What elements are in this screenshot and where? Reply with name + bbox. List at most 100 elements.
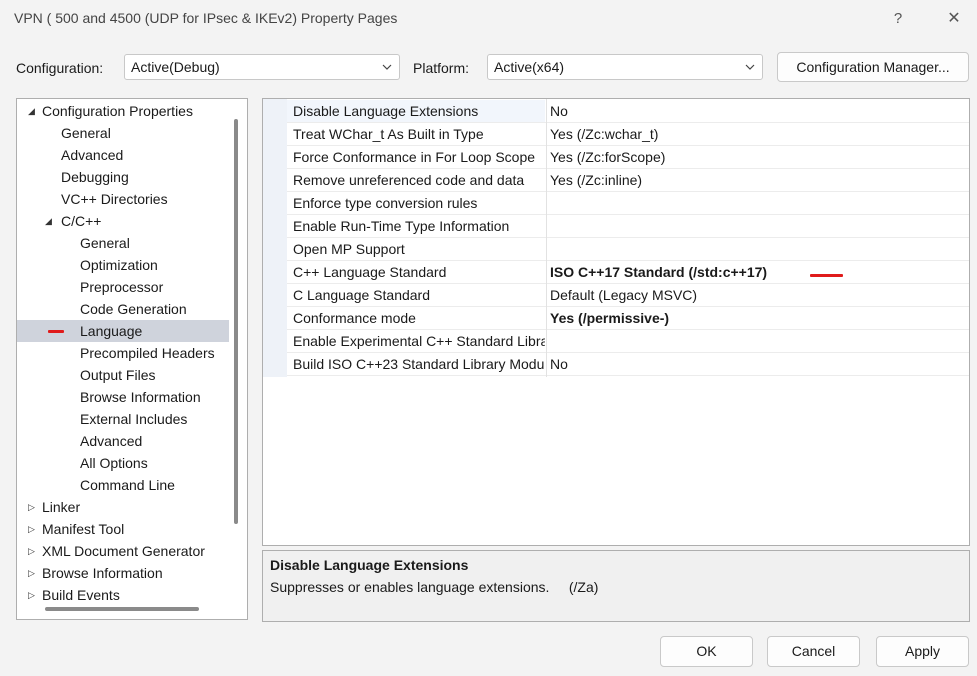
- chevron-down-icon: [745, 64, 755, 70]
- tree-item-label: XML Document Generator: [42, 543, 205, 559]
- tree-item-label: Advanced: [61, 147, 124, 163]
- property-row[interactable]: Enable Run-Time Type Information: [287, 215, 969, 238]
- collapsed-triangle-icon[interactable]: ▷: [28, 562, 35, 584]
- platform-dropdown[interactable]: Active(x64): [487, 54, 763, 80]
- property-name: Open MP Support: [293, 241, 405, 257]
- property-row[interactable]: C++ Language Standard ISO C++17 Standard …: [287, 261, 969, 284]
- property-row[interactable]: Treat WChar_t As Built in Type Yes (/Zc:w…: [287, 123, 969, 146]
- tree-item[interactable]: General: [17, 232, 229, 254]
- property-row[interactable]: Build ISO C++23 Standard Library Modules…: [287, 353, 969, 376]
- tree-item-label: C/C++: [61, 213, 102, 229]
- collapsed-triangle-icon[interactable]: ▷: [28, 496, 35, 518]
- property-value[interactable]: No: [550, 103, 568, 119]
- tree-item-label: Preprocessor: [80, 279, 164, 295]
- description-panel: Disable Language Extensions Suppresses o…: [262, 550, 970, 622]
- property-row[interactable]: Open MP Support: [287, 238, 969, 261]
- platform-value: Active(x64): [494, 59, 565, 75]
- description-title: Disable Language Extensions: [270, 557, 469, 573]
- chevron-down-icon: [382, 64, 392, 70]
- tree-item[interactable]: ▷ Build Events: [17, 584, 229, 606]
- tree-item[interactable]: ▷ Browse Information: [17, 562, 229, 584]
- property-row[interactable]: Conformance mode Yes (/permissive-): [287, 307, 969, 330]
- configuration-value: Active(Debug): [131, 59, 220, 75]
- property-grid: Disable Language Extensions No Treat WChar…: [262, 98, 970, 546]
- tree-item[interactable]: ▷ Manifest Tool: [17, 518, 229, 540]
- tree-item[interactable]: ◢ Configuration Properties: [17, 100, 229, 122]
- tree-item-label: Debugging: [61, 169, 129, 185]
- tree-item-label: Configuration Properties: [42, 103, 193, 119]
- help-button[interactable]: ?: [884, 6, 912, 32]
- cancel-button[interactable]: Cancel: [767, 636, 860, 667]
- tree-item-label: Build Events: [42, 587, 120, 603]
- tree-item-label: Precompiled Headers: [80, 345, 215, 361]
- property-value[interactable]: Default (Legacy MSVC): [550, 287, 697, 303]
- tree-item-label: Advanced: [80, 433, 143, 449]
- configuration-dropdown[interactable]: Active(Debug): [124, 54, 400, 80]
- tree-item-label: Browse Information: [42, 565, 163, 581]
- property-name: Remove unreferenced code and data: [293, 172, 525, 188]
- property-value[interactable]: Yes (/permissive-): [550, 310, 669, 326]
- tree-item[interactable]: Advanced: [17, 144, 229, 166]
- property-row[interactable]: Force Conformance in For Loop Scope Yes (…: [287, 146, 969, 169]
- tree-item-label: External Includes: [80, 411, 188, 427]
- tree-item-label: Browse Information: [80, 389, 201, 405]
- tree-item[interactable]: VC++ Directories: [17, 188, 229, 210]
- tree-item[interactable]: Browse Information: [17, 386, 229, 408]
- tree-item-label: Output Files: [80, 367, 156, 383]
- tree-item[interactable]: Output Files: [17, 364, 229, 386]
- title-bar: VPN ( 500 and 4500 (UDP for IPsec & IKEv…: [0, 0, 977, 38]
- property-name: Treat WChar_t As Built in Type: [293, 126, 484, 142]
- tree-item[interactable]: Debugging: [17, 166, 229, 188]
- vertical-scrollbar[interactable]: [234, 119, 238, 524]
- property-row[interactable]: Enforce type conversion rules: [287, 192, 969, 215]
- tree-item[interactable]: ▷ Linker: [17, 496, 229, 518]
- expanded-triangle-icon[interactable]: ◢: [45, 210, 52, 232]
- property-value[interactable]: Yes (/Zc:wchar_t): [550, 126, 658, 142]
- expanded-triangle-icon[interactable]: ◢: [28, 100, 35, 122]
- tree-item[interactable]: Advanced: [17, 430, 229, 452]
- tree-item[interactable]: Command Line: [17, 474, 229, 496]
- value-annotation-mark: [810, 274, 843, 277]
- collapsed-triangle-icon[interactable]: ▷: [28, 584, 35, 606]
- property-row[interactable]: C Language Standard Default (Legacy MSVC): [287, 284, 969, 307]
- horizontal-scrollbar[interactable]: [45, 607, 199, 611]
- column-divider[interactable]: [546, 99, 547, 377]
- collapsed-triangle-icon[interactable]: ▷: [28, 540, 35, 562]
- apply-button[interactable]: Apply: [876, 636, 969, 667]
- property-value[interactable]: ISO C++17 Standard (/std:c++17): [550, 264, 767, 280]
- close-icon[interactable]: ✕: [940, 6, 968, 32]
- property-value[interactable]: No: [550, 356, 568, 372]
- tree-item[interactable]: ◢ C/C++: [17, 210, 229, 232]
- tree-item-label: Manifest Tool: [42, 521, 125, 537]
- property-name: Enable Experimental C++ Standard Library…: [293, 333, 545, 349]
- property-row[interactable]: Remove unreferenced code and data Yes (/Z…: [287, 169, 969, 192]
- property-name: C++ Language Standard: [293, 264, 447, 280]
- property-name: C Language Standard: [293, 287, 430, 303]
- ok-button[interactable]: OK: [660, 636, 753, 667]
- tree-item[interactable]: Precompiled Headers: [17, 342, 229, 364]
- tree-item-label: Optimization: [80, 257, 158, 273]
- tree-item[interactable]: ▷ XML Document Generator: [17, 540, 229, 562]
- collapsed-triangle-icon[interactable]: ▷: [28, 518, 35, 540]
- property-value[interactable]: Yes (/Zc:inline): [550, 172, 642, 188]
- selection-annotation-mark: [48, 330, 64, 333]
- tree-item-label: VC++ Directories: [61, 191, 168, 207]
- property-row[interactable]: Enable Experimental C++ Standard Library…: [287, 330, 969, 353]
- tree-item[interactable]: Code Generation: [17, 298, 229, 320]
- platform-label: Platform:: [413, 60, 470, 76]
- tree-item-label: General: [80, 235, 130, 251]
- tree-item[interactable]: Preprocessor: [17, 276, 229, 298]
- property-value[interactable]: Yes (/Zc:forScope): [550, 149, 665, 165]
- category-tree: ◢ Configuration Properties General Advanced…: [16, 98, 248, 620]
- tree-item[interactable]: Optimization: [17, 254, 229, 276]
- tree-item-label: Command Line: [80, 477, 175, 493]
- property-name: Disable Language Extensions: [293, 103, 479, 119]
- tree-item[interactable]: General: [17, 122, 229, 144]
- configuration-manager-button[interactable]: Configuration Manager...: [777, 52, 969, 82]
- property-row[interactable]: Disable Language Extensions No: [287, 100, 969, 123]
- configuration-label: Configuration:: [16, 60, 104, 76]
- tree-item[interactable]: All Options: [17, 452, 229, 474]
- tree-item-label: Linker: [42, 499, 81, 515]
- tree-item-label: General: [61, 125, 111, 141]
- tree-item[interactable]: External Includes: [17, 408, 229, 430]
